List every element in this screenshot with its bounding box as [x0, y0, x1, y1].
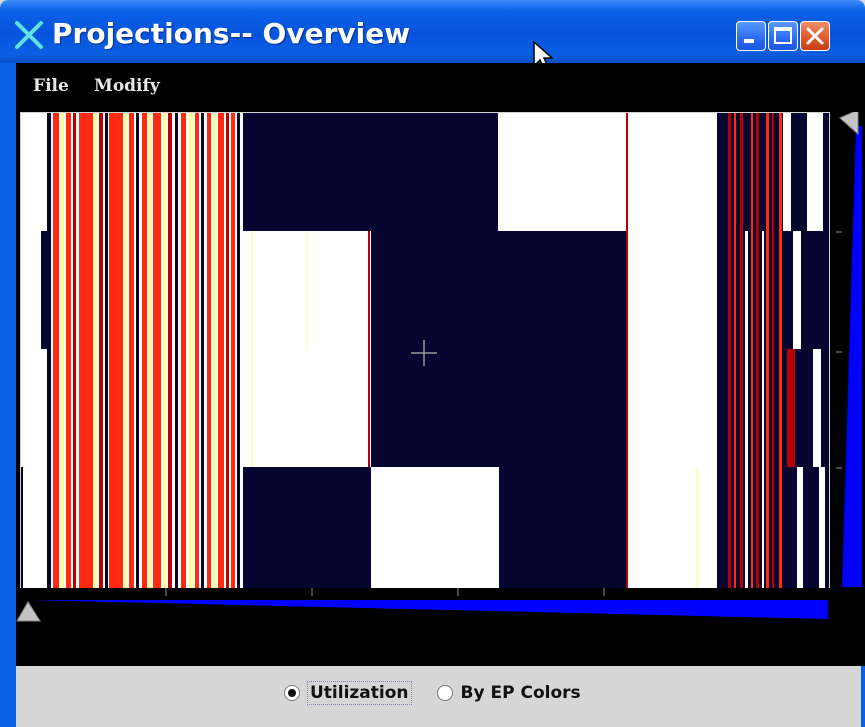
status-area [16, 624, 838, 666]
menu-file[interactable]: File [33, 76, 69, 96]
close-icon [806, 27, 824, 45]
maximize-button[interactable] [768, 21, 798, 51]
cell [243, 467, 371, 588]
horizontal-zoom-scrollbar[interactable] [16, 588, 846, 624]
window-title: Projections-- Overview [52, 17, 411, 50]
app-x-icon [15, 21, 43, 49]
menu-bar: File Modify [16, 63, 865, 108]
vertical-zoom-scrollbar[interactable] [836, 112, 862, 592]
cell [371, 231, 626, 349]
minimize-button[interactable] [736, 21, 766, 51]
ep-colors-label[interactable]: By EP Colors [461, 683, 581, 703]
title-bar[interactable]: Projections-- Overview [0, 0, 865, 63]
window-left-border [0, 63, 16, 727]
cell [499, 467, 626, 588]
menu-modify[interactable]: Modify [94, 76, 160, 96]
overview-plot[interactable] [20, 112, 830, 589]
utilization-radio[interactable] [284, 685, 300, 701]
cell [626, 113, 717, 231]
app-window: Projections-- Overview File Modify Utili… [0, 0, 865, 727]
cell [626, 467, 717, 588]
cell [371, 349, 626, 467]
utilization-label[interactable]: Utilization [307, 681, 412, 705]
cell [243, 349, 371, 467]
ep-colors-radio[interactable] [436, 685, 453, 701]
cell [243, 113, 498, 231]
cell [626, 349, 717, 467]
minimize-icon [744, 39, 754, 43]
cell [498, 113, 626, 231]
cell [626, 231, 717, 349]
view-mode-radio-group: Utilization By EP Colors [284, 681, 581, 705]
close-button[interactable] [800, 21, 830, 51]
maximize-icon [774, 27, 792, 44]
view-mode-panel: Utilization By EP Colors [16, 666, 861, 727]
utilization-grid[interactable] [21, 113, 829, 588]
cell [371, 467, 499, 588]
stripes-left [21, 113, 240, 588]
